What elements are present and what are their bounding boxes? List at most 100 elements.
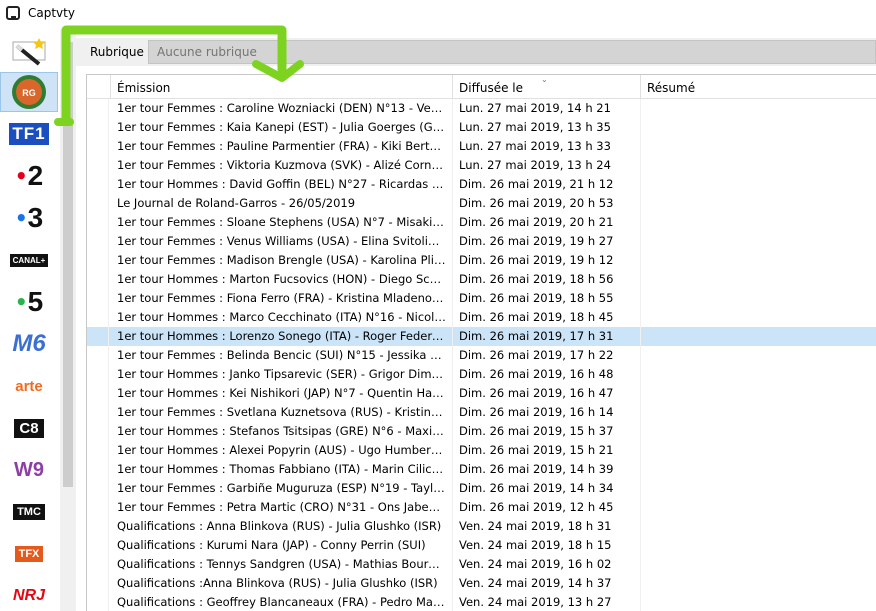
arte-logo: arte: [15, 377, 43, 395]
date-cell: Ven. 24 mai 2019, 13 h 27: [453, 593, 641, 611]
date-cell: Dim. 26 mai 2019, 12 h 45: [453, 498, 641, 517]
channel-roland-garros[interactable]: RG: [0, 72, 58, 112]
table-row[interactable]: Qualifications : Kurumi Nara (JAP) - Con…: [87, 536, 876, 555]
table-row[interactable]: 1er tour Hommes : Janko Tipsarevic (SER)…: [87, 365, 876, 384]
row-checkbox-cell: [87, 270, 109, 289]
row-checkbox-cell: [87, 213, 109, 232]
channel-arte[interactable]: arte: [0, 366, 58, 406]
row-checkbox-cell: [87, 194, 109, 213]
channel-france5[interactable]: • 5: [0, 282, 58, 322]
channel-canalplus[interactable]: CANAL+: [0, 240, 58, 280]
emission-cell: Qualifications :Anna Blinkova (RUS) - Ju…: [111, 574, 453, 593]
table-row[interactable]: 1er tour Femmes : Belinda Bencic (SUI) N…: [87, 346, 876, 365]
table-row[interactable]: 1er tour Femmes : Pauline Parmentier (FR…: [87, 137, 876, 156]
table-row[interactable]: 1er tour Hommes : Alexei Popyrin (AUS) -…: [87, 441, 876, 460]
emission-cell: Qualifications : Geoffrey Blancaneaux (F…: [111, 593, 453, 611]
nrj12-logo: NRJ: [12, 587, 45, 604]
channel-w9[interactable]: W9: [0, 450, 58, 490]
table-row[interactable]: 1er tour Femmes : Petra Martic (CRO) N°3…: [87, 498, 876, 517]
emission-cell: 1er tour Femmes : Caroline Wozniacki (DE…: [111, 99, 453, 118]
table-row[interactable]: 1er tour Hommes : David Goffin (BEL) N°2…: [87, 175, 876, 194]
row-checkbox-cell: [87, 289, 109, 308]
date-cell: Dim. 26 mai 2019, 19 h 12: [453, 251, 641, 270]
table-row[interactable]: Qualifications : Tennys Sandgren (USA) -…: [87, 555, 876, 574]
table-row[interactable]: 1er tour Femmes : Kaia Kanepi (EST) - Ju…: [87, 118, 876, 137]
table-row[interactable]: Qualifications : Geoffrey Blancaneaux (F…: [87, 593, 876, 611]
france2-logo: 2: [27, 160, 44, 191]
rubrique-select[interactable]: [148, 40, 876, 64]
row-checkbox-cell: [87, 441, 109, 460]
title-bar: Captvty: [0, 0, 876, 30]
emission-cell: 1er tour Hommes : Alexei Popyrin (AUS) -…: [111, 441, 453, 460]
emission-cell: 1er tour Hommes : Marton Fucsovics (HON)…: [111, 270, 453, 289]
date-cell: Dim. 26 mai 2019, 21 h 12: [453, 175, 641, 194]
emission-cell: 1er tour Femmes : Svetlana Kuznetsova (R…: [111, 403, 453, 422]
table-row[interactable]: Qualifications : Anna Blinkova (RUS) - J…: [87, 517, 876, 536]
row-checkbox-cell: [87, 308, 109, 327]
emission-cell: 1er tour Femmes : Belinda Bencic (SUI) N…: [111, 346, 453, 365]
resume-cell: [641, 460, 876, 479]
resume-cell: [641, 422, 876, 441]
table-row[interactable]: 1er tour Femmes : Viktoria Kuzmova (SVK)…: [87, 156, 876, 175]
table-row[interactable]: 1er tour Hommes : Thomas Fabbiano (ITA) …: [87, 460, 876, 479]
row-checkbox-cell: [87, 498, 109, 517]
row-checkbox-cell: [87, 536, 109, 555]
row-checkbox-cell: [87, 99, 109, 118]
row-checkbox-cell: [87, 593, 109, 611]
emission-cell: 1er tour Hommes : Janko Tipsarevic (SER)…: [111, 365, 453, 384]
scrollbar-thumb[interactable]: [63, 42, 73, 487]
table-row[interactable]: 1er tour Femmes : Svetlana Kuznetsova (R…: [87, 403, 876, 422]
table-row[interactable]: 1er tour Hommes : Marco Cecchinato (ITA)…: [87, 308, 876, 327]
channel-tmc[interactable]: TMC: [0, 492, 58, 532]
emission-cell: Qualifications : Kurumi Nara (JAP) - Con…: [111, 536, 453, 555]
table-row[interactable]: 1er tour Femmes : Madison Brengle (USA) …: [87, 251, 876, 270]
channel-france3[interactable]: • 3: [0, 198, 58, 238]
resume-cell: [641, 593, 876, 611]
emission-cell: 1er tour Femmes : Viktoria Kuzmova (SVK)…: [111, 156, 453, 175]
rubrique-label: Rubrique :: [90, 45, 152, 59]
channel-france2[interactable]: • 2: [0, 156, 58, 196]
channel-tf1[interactable]: TF1: [0, 114, 58, 154]
magic-wand-icon: [12, 38, 46, 66]
channel-nrj12[interactable]: NRJ: [0, 576, 58, 611]
resume-cell: [641, 555, 876, 574]
table-row[interactable]: Le Journal de Roland-Garros - 26/05/2019…: [87, 194, 876, 213]
table-row[interactable]: 1er tour Hommes : Kei Nishikori (JAP) N°…: [87, 384, 876, 403]
table-row[interactable]: 1er tour Hommes : Marton Fucsovics (HON)…: [87, 270, 876, 289]
emission-cell: 1er tour Femmes : Sloane Stephens (USA) …: [111, 213, 453, 232]
channel-c8[interactable]: C8: [0, 408, 58, 448]
program-grid: Émission Diffusée le Résumé ⌄ 1er tour F…: [86, 74, 876, 611]
row-checkbox-cell: [87, 118, 109, 137]
table-row[interactable]: 1er tour Femmes : Sloane Stephens (USA) …: [87, 213, 876, 232]
france5-logo: 5: [27, 286, 44, 317]
date-cell: Dim. 26 mai 2019, 20 h 21: [453, 213, 641, 232]
row-checkbox-cell: [87, 365, 109, 384]
row-checkbox-cell: [87, 555, 109, 574]
table-row[interactable]: 1er tour Femmes : Garbiñe Muguruza (ESP)…: [87, 479, 876, 498]
sort-descending-icon: ⌄: [541, 75, 548, 84]
channel-m6[interactable]: M6: [0, 324, 58, 364]
resume-cell: [641, 156, 876, 175]
date-cell: Dim. 26 mai 2019, 18 h 45: [453, 308, 641, 327]
date-cell: Lun. 27 mai 2019, 14 h 21: [453, 99, 641, 118]
table-row[interactable]: 1er tour Hommes : Lorenzo Sonego (ITA) -…: [87, 327, 876, 346]
header-blank: [87, 75, 111, 99]
resume-cell: [641, 175, 876, 194]
canalplus-logo: CANAL+: [9, 253, 49, 267]
emission-cell: 1er tour Hommes : Thomas Fabbiano (ITA) …: [111, 460, 453, 479]
dot-icon: •: [14, 290, 28, 314]
row-checkbox-cell: [87, 384, 109, 403]
table-row[interactable]: 1er tour Femmes : Fiona Ferro (FRA) - Kr…: [87, 289, 876, 308]
table-row[interactable]: 1er tour Hommes : Stefanos Tsitsipas (GR…: [87, 422, 876, 441]
table-row[interactable]: Qualifications :Anna Blinkova (RUS) - Ju…: [87, 574, 876, 593]
emission-cell: 1er tour Femmes : Pauline Parmentier (FR…: [111, 137, 453, 156]
channel-magic-wand[interactable]: [0, 32, 58, 72]
header-emission[interactable]: Émission: [111, 75, 453, 99]
sidebar-scrollbar[interactable]: [60, 30, 76, 611]
table-row[interactable]: 1er tour Femmes : Venus Williams (USA) -…: [87, 232, 876, 251]
channel-tfx[interactable]: TFX: [0, 534, 58, 574]
resume-cell: [641, 365, 876, 384]
header-resume[interactable]: Résumé: [641, 75, 876, 99]
table-row[interactable]: 1er tour Femmes : Caroline Wozniacki (DE…: [87, 99, 876, 118]
resume-cell: [641, 346, 876, 365]
